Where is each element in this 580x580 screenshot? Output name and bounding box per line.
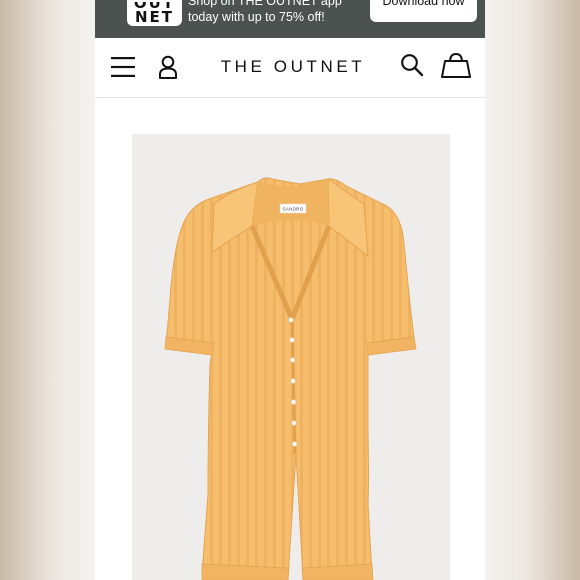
download-now-button[interactable]: Download now (370, 0, 477, 22)
app-screen: OUT NET Shop on THE OUTNET app today wit… (95, 0, 485, 580)
search-icon[interactable] (400, 53, 424, 77)
app-promo-banner[interactable]: OUT NET Shop on THE OUTNET app today wit… (95, 0, 485, 38)
banner-text-line1: Shop on THE OUTNET app (188, 0, 342, 8)
brand-logo[interactable]: THE OUTNET (95, 57, 485, 77)
app-logo-bottom: NET (134, 8, 175, 26)
banner-text: Shop on THE OUTNET app today with up to … (188, 0, 342, 25)
app-logo: OUT NET (127, 0, 182, 26)
bag-icon[interactable] (441, 52, 471, 78)
cardigan-illustration: SANDRO (164, 177, 417, 580)
garment-label-text: SANDRO (282, 207, 303, 212)
garment-body (165, 177, 416, 579)
product-image[interactable]: SANDRO (132, 134, 450, 580)
site-header: THE OUTNET (95, 38, 485, 98)
banner-text-line2: today with up to 75% off! (188, 10, 325, 24)
